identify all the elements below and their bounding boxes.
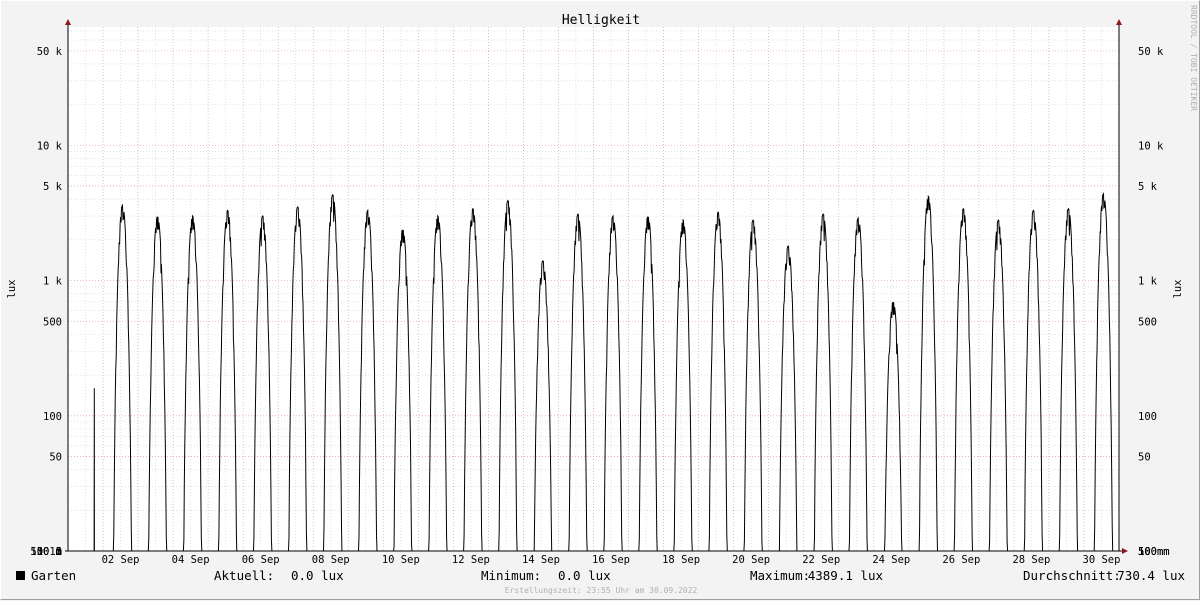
y-tick-label-left: 10 m (37, 546, 62, 558)
y-axis-arrow-right (1116, 19, 1122, 25)
y-tick-label-left: 100 (43, 411, 62, 423)
y-axis-label-left: lux (6, 280, 18, 299)
legend-current-label: Aktuell: (214, 568, 274, 583)
legend-min-label: Minimum: (481, 568, 541, 583)
chart-title: Helligkeit (562, 13, 640, 28)
watermark: RRDTOOL / TOBI OETIKER (1189, 5, 1198, 111)
y-tick-label-right: 5 k (1138, 181, 1158, 193)
x-tick-label: 20 Sep (732, 554, 770, 566)
x-tick-label: 26 Sep (942, 554, 980, 566)
y-tick-label-right: 1 k (1138, 276, 1158, 288)
y-tick-labels-right: 50 k10 k5 k1 k500100501051500 m100 m50 m… (1138, 46, 1170, 558)
x-tick-label: 02 Sep (102, 554, 140, 566)
x-tick-label: 08 Sep (312, 554, 350, 566)
y-tick-label-right: 100 (1138, 411, 1157, 423)
y-axis-label-right: lux (1172, 280, 1184, 299)
x-tick-label: 30 Sep (1083, 554, 1121, 566)
x-tick-label: 22 Sep (802, 554, 840, 566)
chart-frame: 50 k 10 k5 k1 k 500 100 50 10 5 1 500 m 100 m 50 m… (0, 0, 1200, 600)
legend-max-label: Maximum: (750, 568, 810, 583)
x-tick-label: 24 Sep (872, 554, 910, 566)
x-tick-label: 12 Sep (452, 554, 490, 566)
y-tick-label-left: 5 k (43, 181, 63, 193)
legend-max-value: 4389.1 lux (808, 568, 884, 583)
y-tick-label-left: 10 k (37, 140, 63, 152)
chart-svg: 50 k10 k5 k1 k500100501051500 m100 m50 m… (6, 5, 1198, 595)
x-tick-label: 16 Sep (592, 554, 630, 566)
x-tick-label: 04 Sep (172, 554, 210, 566)
footer-timestamp: Erstellungszeit: 23:55 Uhr am 30.09.2022 (505, 586, 698, 595)
x-axis-arrow (1122, 548, 1128, 554)
y-tick-label-left: 500 (43, 316, 62, 328)
y-tick-label-left: 1 k (43, 276, 63, 288)
legend-avg-label: Durchschnitt: (1023, 568, 1121, 583)
legend-min-value: 0.0 lux (558, 568, 611, 583)
x-tick-label: 18 Sep (662, 554, 700, 566)
y-tick-label-right: 10 k (1138, 140, 1164, 152)
x-tick-labels: 02 Sep 04 Sep 06 Sep 08 Sep 10 Sep 12 Sep 14 S… (102, 554, 1121, 566)
x-tick-label: 28 Sep (1012, 554, 1050, 566)
x-tick-label: 14 Sep (522, 554, 560, 566)
legend-avg-value: 730.4 lux (1117, 568, 1185, 583)
y-axis-arrow-left (65, 19, 71, 25)
legend-swatch-garten (16, 571, 25, 580)
x-tick-label: 06 Sep (242, 554, 280, 566)
y-tick-label-right: 500 (1138, 316, 1157, 328)
y-tick-label-left: 50 (49, 451, 62, 463)
y-tick-label-right: 50 k (1138, 46, 1164, 58)
y-tick-label-right: 50 (1138, 451, 1151, 463)
legend-series-name: Garten (31, 568, 76, 583)
x-tick-label: 10 Sep (382, 554, 420, 566)
y-tick-label-left: 50 k (37, 46, 63, 58)
y-tick-labels-left: 50 k10 k5 k1 k500100501051500 m100 m50 m… (30, 46, 62, 558)
y-tick-label-right: 10 m (1138, 546, 1163, 558)
legend-current-value: 0.0 lux (291, 568, 344, 583)
